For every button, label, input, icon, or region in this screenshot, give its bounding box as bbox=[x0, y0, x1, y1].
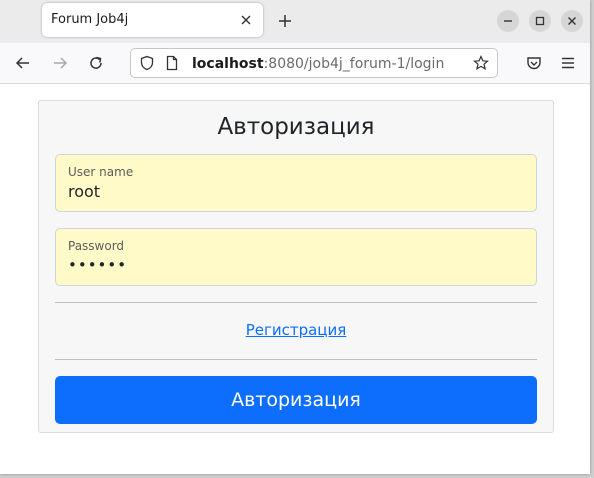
pocket-icon[interactable] bbox=[525, 54, 543, 72]
login-button[interactable]: Авторизация bbox=[55, 376, 537, 424]
tab-title: Forum Job4j bbox=[51, 12, 129, 27]
tab-forum-job4j[interactable]: Forum Job4j bbox=[42, 3, 263, 37]
password-label: Password bbox=[68, 239, 125, 253]
url-text[interactable]: localhost:8080/job4j_forum-1/login bbox=[192, 56, 444, 72]
divider-bottom bbox=[55, 359, 537, 360]
register-link[interactable]: Регистрация bbox=[39, 321, 553, 339]
tab-strip: Forum Job4j bbox=[0, 0, 590, 43]
back-icon[interactable] bbox=[14, 54, 32, 72]
login-card: Авторизация User name root Password ••••… bbox=[38, 100, 554, 433]
close-window-icon[interactable] bbox=[561, 10, 583, 32]
page-content: Авторизация User name root Password ••••… bbox=[0, 84, 590, 474]
register-link-label[interactable]: Регистрация bbox=[246, 321, 347, 339]
divider-top bbox=[55, 302, 537, 303]
page-icon[interactable] bbox=[164, 55, 180, 75]
url-bar[interactable]: localhost:8080/job4j_forum-1/login bbox=[130, 48, 498, 78]
username-label: User name bbox=[68, 165, 134, 179]
username-input[interactable]: root bbox=[68, 182, 100, 201]
forward-icon[interactable] bbox=[51, 54, 69, 72]
url-path: :8080/job4j_forum-1/login bbox=[263, 56, 445, 72]
username-field[interactable]: User name root bbox=[55, 154, 537, 212]
new-tab-icon[interactable] bbox=[276, 12, 294, 30]
nav-bar: localhost:8080/job4j_forum-1/login bbox=[0, 43, 590, 84]
password-input[interactable]: •••••• bbox=[68, 256, 127, 274]
minimize-icon[interactable] bbox=[497, 10, 519, 32]
menu-icon[interactable] bbox=[559, 54, 577, 72]
close-icon[interactable] bbox=[238, 12, 254, 28]
maximize-icon[interactable] bbox=[529, 10, 551, 32]
shield-icon[interactable] bbox=[139, 55, 155, 75]
url-host: localhost bbox=[192, 56, 264, 72]
page-title: Авторизация bbox=[217, 114, 375, 140]
password-field[interactable]: Password •••••• bbox=[55, 228, 537, 286]
bookmark-star-icon[interactable] bbox=[473, 55, 489, 75]
reload-icon[interactable] bbox=[87, 54, 105, 72]
browser-window: Forum Job4j localhost:8080/job4j_forum-1… bbox=[0, 0, 590, 474]
